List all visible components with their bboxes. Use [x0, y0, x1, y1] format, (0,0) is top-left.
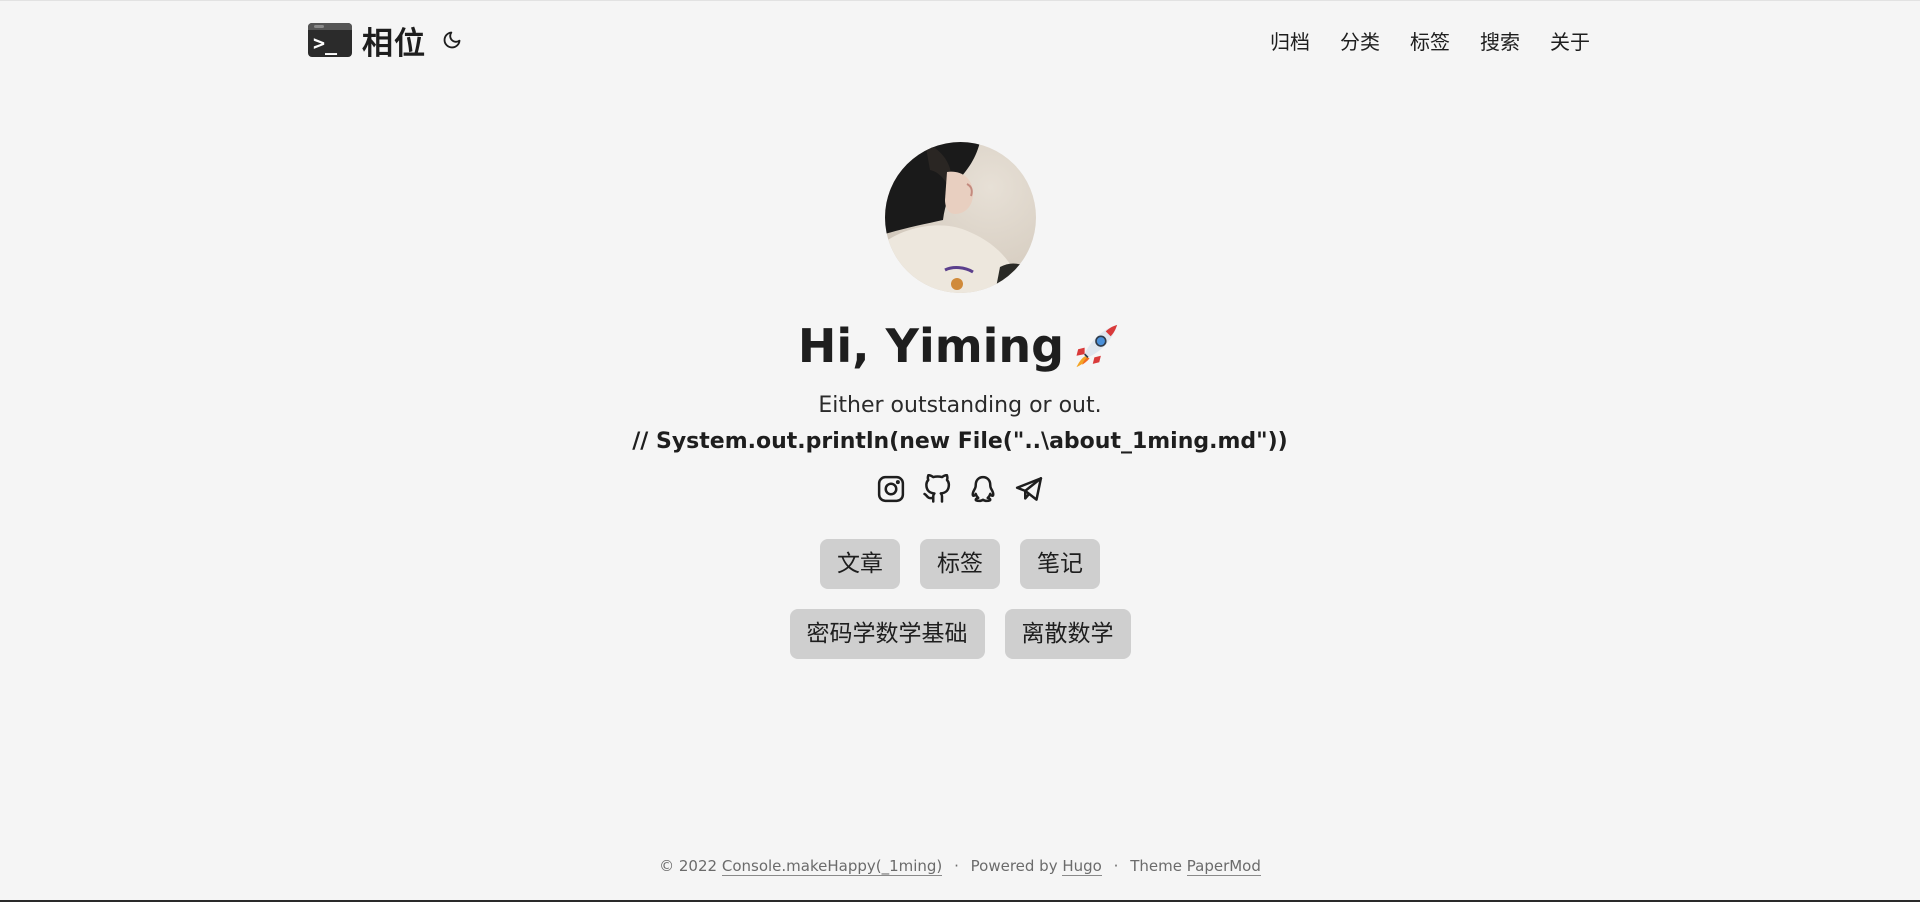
footer-separator: · — [954, 857, 959, 875]
greeting-heading: Hi, Yiming — [798, 319, 1122, 373]
footer-copyright: © 2022 — [659, 857, 718, 875]
footer-site-link[interactable]: Console.makeHappy(_1ming) — [721, 857, 943, 876]
instagram-icon[interactable] — [875, 473, 907, 505]
notes-button[interactable]: 笔记 — [1020, 539, 1100, 589]
telegram-icon[interactable] — [1013, 473, 1045, 505]
top-border — [0, 0, 1920, 1]
discrete-math-button[interactable]: 离散数学 — [1004, 609, 1131, 659]
button-row-series: 密码学数学基础 离散数学 — [780, 609, 1141, 659]
profile-code-line: // System.out.println(new File("..\about… — [632, 429, 1288, 454]
footer-powered-by: Powered by — [970, 857, 1058, 875]
brand-group: >_ 相位 — [308, 18, 464, 63]
github-icon[interactable] — [921, 473, 953, 505]
profile-section: Hi, Yiming Either outstanding or out. //… — [0, 142, 1920, 659]
footer-papermod-link[interactable]: PaperMod — [1186, 857, 1261, 876]
greeting-text: Hi, Yiming — [797, 319, 1065, 373]
terminal-logo-icon: >_ — [308, 23, 352, 57]
avatar — [884, 142, 1036, 293]
qq-icon[interactable] — [967, 473, 999, 505]
profile-subtitle: Either outstanding or out. — [818, 393, 1102, 418]
button-row-main: 文章 标签 笔记 — [810, 539, 1110, 589]
nav-search[interactable]: 搜索 — [1480, 26, 1520, 55]
brand-link[interactable]: >_ 相位 — [308, 18, 426, 63]
rocket-icon — [1070, 320, 1122, 372]
site-header: >_ 相位 归档 分类 标签 搜索 关于 — [308, 18, 1590, 62]
crypto-math-button[interactable]: 密码学数学基础 — [789, 609, 985, 659]
brand-title: 相位 — [362, 25, 426, 62]
nav-tags[interactable]: 标签 — [1410, 26, 1450, 55]
footer-theme-label: Theme — [1130, 857, 1182, 875]
posts-button[interactable]: 文章 — [820, 539, 900, 589]
nav-archives[interactable]: 归档 — [1270, 26, 1310, 55]
nav-about[interactable]: 关于 — [1550, 26, 1590, 55]
social-links — [868, 473, 1052, 505]
footer-hugo-link[interactable]: Hugo — [1062, 857, 1102, 876]
tags-button[interactable]: 标签 — [920, 539, 1000, 589]
brand-prompt: >_ — [313, 31, 338, 55]
moon-icon[interactable] — [440, 28, 464, 52]
footer-separator: · — [1113, 857, 1119, 875]
site-footer: © 2022 Console.makeHappy(_1ming) · Power… — [0, 857, 1920, 876]
main-nav: 归档 分类 标签 搜索 关于 — [1270, 26, 1590, 55]
nav-categories[interactable]: 分类 — [1340, 26, 1380, 55]
